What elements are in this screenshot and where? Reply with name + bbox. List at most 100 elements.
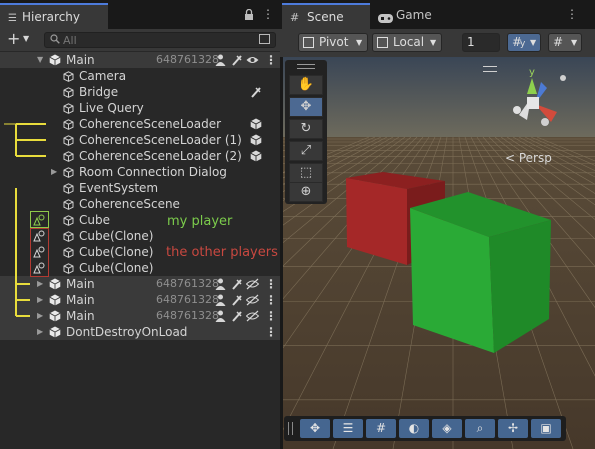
row-menu-icon[interactable]: ⋮ [265,308,277,324]
gizmo-y-axis[interactable] [527,78,537,94]
hierarchy-row[interactable]: Camera [0,68,280,84]
hierarchy-row[interactable]: Bridge [0,84,280,100]
lock-icon[interactable] [244,8,254,23]
transform-tool-icon[interactable]: ⊕ [289,182,323,202]
chevron-right-icon[interactable]: ▶ [37,324,43,340]
scene-icon [49,326,61,338]
my-player-note: my player [167,214,233,229]
cube-icon [63,231,74,242]
person-icon[interactable] [215,294,227,306]
row-menu-icon[interactable]: ⋮ [265,292,277,308]
row-label: Live Query [79,101,144,115]
search-input[interactable] [63,33,243,47]
row-label: Cube [79,213,110,227]
row-label: CoherenceSceneLoader (2) [79,149,242,163]
tab-hierarchy[interactable]: ☰ Hierarchy [0,3,108,30]
other-players-note: the other players [166,245,278,260]
lighting-icon[interactable]: ◐ [399,419,429,438]
tab-scene[interactable]: # Scene [282,3,370,30]
increment-snap-button[interactable]: # ▼ [548,33,582,52]
pick-icon[interactable] [250,86,262,98]
draw-mode-icon[interactable]: ◈ [432,419,462,438]
row-menu-icon[interactable]: ⋮ [265,276,277,292]
search-box[interactable] [44,32,276,48]
person-icon[interactable] [215,54,227,66]
local-dropdown[interactable]: Local ▼ [372,33,442,52]
row-label: Main [66,293,95,307]
row-label: Room Connection Dialog [79,165,227,179]
cube-icon [63,167,74,178]
persp-label[interactable]: < Persp [505,151,552,165]
gizmo-y-label: y [529,67,535,78]
scene-menu-icon[interactable]: ⋮ [566,7,578,21]
green-cube[interactable] [410,192,551,353]
cube-icon [63,199,74,210]
hierarchy-toolbar: + ▼ [0,29,280,51]
snap-value-field[interactable]: 1 [462,33,500,52]
pivot-dropdown[interactable]: Pivot ▼ [298,33,368,52]
rotate-tool-icon[interactable]: ↻ [289,119,323,139]
cube-icon [63,215,74,226]
pivot-label: Pivot [319,35,349,49]
drag-handle[interactable] [297,64,315,69]
bottom-overlay-toolbar: ✥ ☰ # ◐ ◈ ⌕ ✢ ▣ [284,416,566,441]
grid-visibility-icon[interactable]: # [366,419,396,438]
pivot-icon [303,37,314,48]
hide-icon[interactable] [245,278,260,290]
tab-game[interactable]: Game [372,3,452,30]
expand-all-icon[interactable] [259,34,270,44]
tab-game-label: Game [396,8,432,22]
gizmo-center[interactable] [527,97,539,109]
cube-icon [63,151,74,162]
rect-tool-icon[interactable]: ⬚ [289,163,323,183]
chevron-down-icon[interactable]: ▼ [37,52,43,68]
chevron-right-icon[interactable]: ▶ [51,164,57,180]
hide-icon[interactable] [245,310,260,322]
layers-icon[interactable]: ☰ [333,419,363,438]
drag-handle[interactable] [288,422,293,435]
row-label: Main [66,53,95,67]
row-label: EventSystem [79,181,159,195]
scene-row[interactable]: ▼ Main 648761328 ⋮ [0,52,280,68]
scene-row[interactable]: ▶ DontDestroyOnLoad ⋮ [0,324,280,340]
row-label: Cube(Clone) [79,261,154,275]
chevron-down-icon: ▼ [356,38,363,47]
orientation-gizmo[interactable]: y [505,60,585,155]
hand-tool-icon[interactable]: ✋ [289,75,323,95]
tools-overlay: ✋ ✥ ↻ ⤢ ⬚ ⊕ [285,60,327,204]
move-tool-icon[interactable]: ✥ [289,97,323,117]
row-menu-icon[interactable]: ⋮ [265,52,277,68]
list-icon: ☰ [8,13,17,24]
scene-id: 648761328 [156,293,219,306]
overlay-handle[interactable] [483,66,497,72]
cube-icon [250,150,262,162]
camera-icon[interactable]: ▣ [531,419,561,438]
pick-icon[interactable] [231,54,243,66]
search-icon[interactable]: ⌕ [465,419,495,438]
person-icon[interactable] [215,278,227,290]
pick-icon[interactable] [231,278,243,290]
row-label: Main [66,309,95,323]
scale-tool-icon[interactable]: ⤢ [289,141,323,161]
cube-icon [63,183,74,194]
gizmos-icon[interactable]: ✢ [498,419,528,438]
eye-icon[interactable] [246,54,259,66]
grid-snap-button[interactable]: # y ▼ [507,33,541,52]
row-label: Cube(Clone) [79,229,154,243]
row-label: CoherenceSceneLoader [79,117,222,131]
pick-icon[interactable] [231,294,243,306]
transform-mode-icon[interactable]: ✥ [300,419,330,438]
tab-scene-label: Scene [307,10,344,24]
menu-icon[interactable]: ⋮ [262,7,274,21]
scene-grid-icon: # [290,11,300,24]
grid-axis-label: y [520,39,526,49]
person-icon[interactable] [215,310,227,322]
add-button[interactable]: + ▼ [4,29,34,50]
pick-icon[interactable] [231,310,243,322]
tab-hierarchy-label: Hierarchy [22,10,81,24]
add-icon: + [7,29,21,48]
row-menu-icon[interactable]: ⋮ [265,324,277,340]
hide-icon[interactable] [245,294,260,306]
cube-icon [63,87,74,98]
gamepad-icon [378,12,393,26]
